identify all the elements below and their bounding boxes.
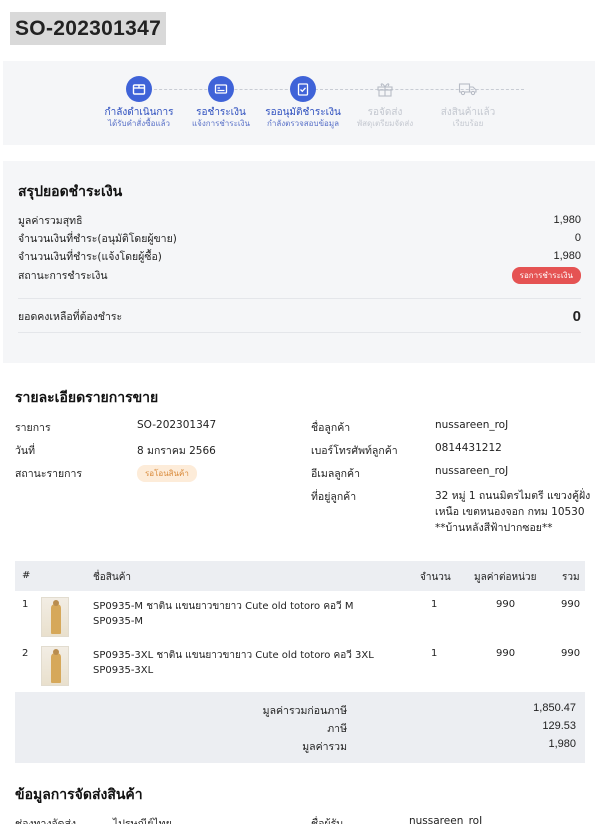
shipping-title: ข้อมูลการจัดส่งสินค้า: [15, 786, 143, 802]
clipboard-check-icon: [290, 76, 316, 102]
row-unit-price: 990: [496, 599, 516, 610]
tax-row: ภาษี 129.53: [15, 720, 585, 736]
customer-phone-label: เบอร์โทรศัพท์ลูกค้า: [311, 445, 398, 457]
date-value: 8 มกราคม 2566: [137, 445, 216, 457]
payment-summary-title: สรุปยอดชำระเงิน: [18, 183, 123, 199]
row-total: 990: [561, 648, 581, 659]
row-num: 2: [22, 648, 29, 659]
customer-email-label: อีเมลลูกค้า: [311, 468, 360, 480]
item-label: รายการ: [15, 422, 51, 434]
step-shipped: ส่งสินค้าแล้ว เรียบร้อย: [413, 76, 523, 129]
product-name: SP0935-M ชาติน แขนยาวขายาว Cute old toto…: [93, 599, 393, 629]
shipping-channel-label: ช่องทางจัดส่ง: [15, 818, 77, 824]
customer-address-value: 32 หมู่ 1 ถนนมิตรไมตรี แขวงคู้ฝั่งเหนือ …: [435, 490, 591, 534]
product-image: [41, 646, 69, 686]
row-qty: 1: [431, 648, 438, 659]
step-sublabel: เรียบร้อย: [452, 119, 484, 128]
box-icon: [126, 76, 152, 102]
paid-reported-row: จำนวนเงินที่ชำระ(แจ้งโดยผู้ซื้อ) 1,980: [18, 248, 581, 264]
net-total-value: 1,980: [553, 214, 581, 226]
col-name-header: ชื่อสินค้า: [93, 572, 132, 583]
payment-card-icon: [208, 76, 234, 102]
truck-icon: [455, 76, 481, 102]
remaining-label: ยอดคงเหลือที่ต้องชำระ: [18, 310, 123, 323]
divider: [18, 332, 581, 333]
net-total-row: มูลค่ารวมสุทธิ 1,980: [18, 212, 581, 228]
customer-name-label: ชื่อลูกค้า: [311, 422, 351, 434]
recipient-label: ชื่อผู้รับ: [311, 818, 343, 824]
product-name: SP0935-3XL ชาติน แขนยาวขายาว Cute old to…: [93, 648, 393, 678]
customer-address-label: ที่อยู่ลูกค้า: [311, 491, 357, 503]
product-sku: SP0935-3XL: [93, 665, 154, 676]
row-total: 990: [561, 599, 581, 610]
paid-approved-row: จำนวนเงินที่ชำระ(อนุมัติโดยผู้ขาย) 0: [18, 230, 581, 246]
divider: [18, 298, 581, 299]
paid-approved-value: 0: [574, 232, 581, 244]
remaining-row: ยอดคงเหลือที่ต้องชำระ 0: [18, 306, 581, 326]
tax-value: 129.53: [542, 720, 576, 732]
remaining-value: 0: [572, 307, 581, 325]
subtotal-value: 1,850.47: [533, 702, 576, 714]
shipping-channel-value: ไปรษณีย์ไทย: [113, 818, 172, 824]
paid-reported-label: จำนวนเงินที่ชำระ(แจ้งโดยผู้ซื้อ): [18, 250, 162, 263]
totals-panel: มูลค่ารวมก่อนภาษี 1,850.47 ภาษี 129.53 ม…: [15, 692, 585, 763]
subtotal-row: มูลค่ารวมก่อนภาษี 1,850.47: [15, 702, 585, 718]
customer-email-value: nussareen_roJ: [435, 465, 509, 477]
grand-total-value: 1,980: [548, 738, 576, 750]
row-num: 1: [22, 599, 29, 610]
net-total-label: มูลค่ารวมสุทธิ: [18, 214, 83, 227]
product-image: [41, 597, 69, 637]
item-value: SO-202301347: [137, 419, 217, 431]
row-qty: 1: [431, 599, 438, 610]
grand-total-row: มูลค่ารวม 1,980: [15, 738, 585, 754]
customer-name-value: nussareen_roJ: [435, 419, 509, 431]
product-sku: SP0935-M: [93, 616, 144, 627]
order-number: SO-202301347: [15, 16, 162, 40]
product-title: SP0935-3XL ชาติน แขนยาวขายาว Cute old to…: [93, 650, 374, 661]
row-unit-price: 990: [496, 648, 516, 659]
date-label: วันที่: [15, 445, 35, 457]
payment-status-label: สถานะการชำระเงิน: [18, 269, 108, 282]
col-total-header: รวม: [562, 572, 580, 583]
order-status-label: สถานะรายการ: [15, 468, 83, 480]
paid-approved-label: จำนวนเงินที่ชำระ(อนุมัติโดยผู้ขาย): [18, 232, 177, 245]
payment-status-badge: รอการชำระเงิน: [511, 266, 581, 284]
recipient-value: nussareen_roJ: [409, 815, 483, 824]
step-label: ส่งสินค้าแล้ว: [440, 107, 496, 118]
col-qty-header: จำนวน: [420, 572, 451, 583]
col-num-header: #: [22, 570, 31, 581]
sale-details-title: รายละเอียดรายการขาย: [15, 389, 159, 405]
gift-box-icon: [372, 76, 398, 102]
paid-reported-value: 1,980: [553, 250, 581, 262]
grand-total-label: มูลค่ารวม: [302, 741, 347, 753]
customer-phone-value: 0814431212: [435, 442, 502, 454]
product-title: SP0935-M ชาติน แขนยาวขายาว Cute old toto…: [93, 601, 354, 612]
payment-status-row: สถานะการชำระเงิน รอการชำระเงิน: [18, 266, 581, 284]
order-status-badge: รอโอนสินค้า: [137, 465, 197, 482]
order-number-header: SO-202301347: [10, 12, 167, 45]
subtotal-label: มูลค่ารวมก่อนภาษี: [262, 705, 347, 717]
col-unit-price-header: มูลค่าต่อหน่วย: [474, 572, 537, 583]
tax-label: ภาษี: [327, 723, 347, 735]
